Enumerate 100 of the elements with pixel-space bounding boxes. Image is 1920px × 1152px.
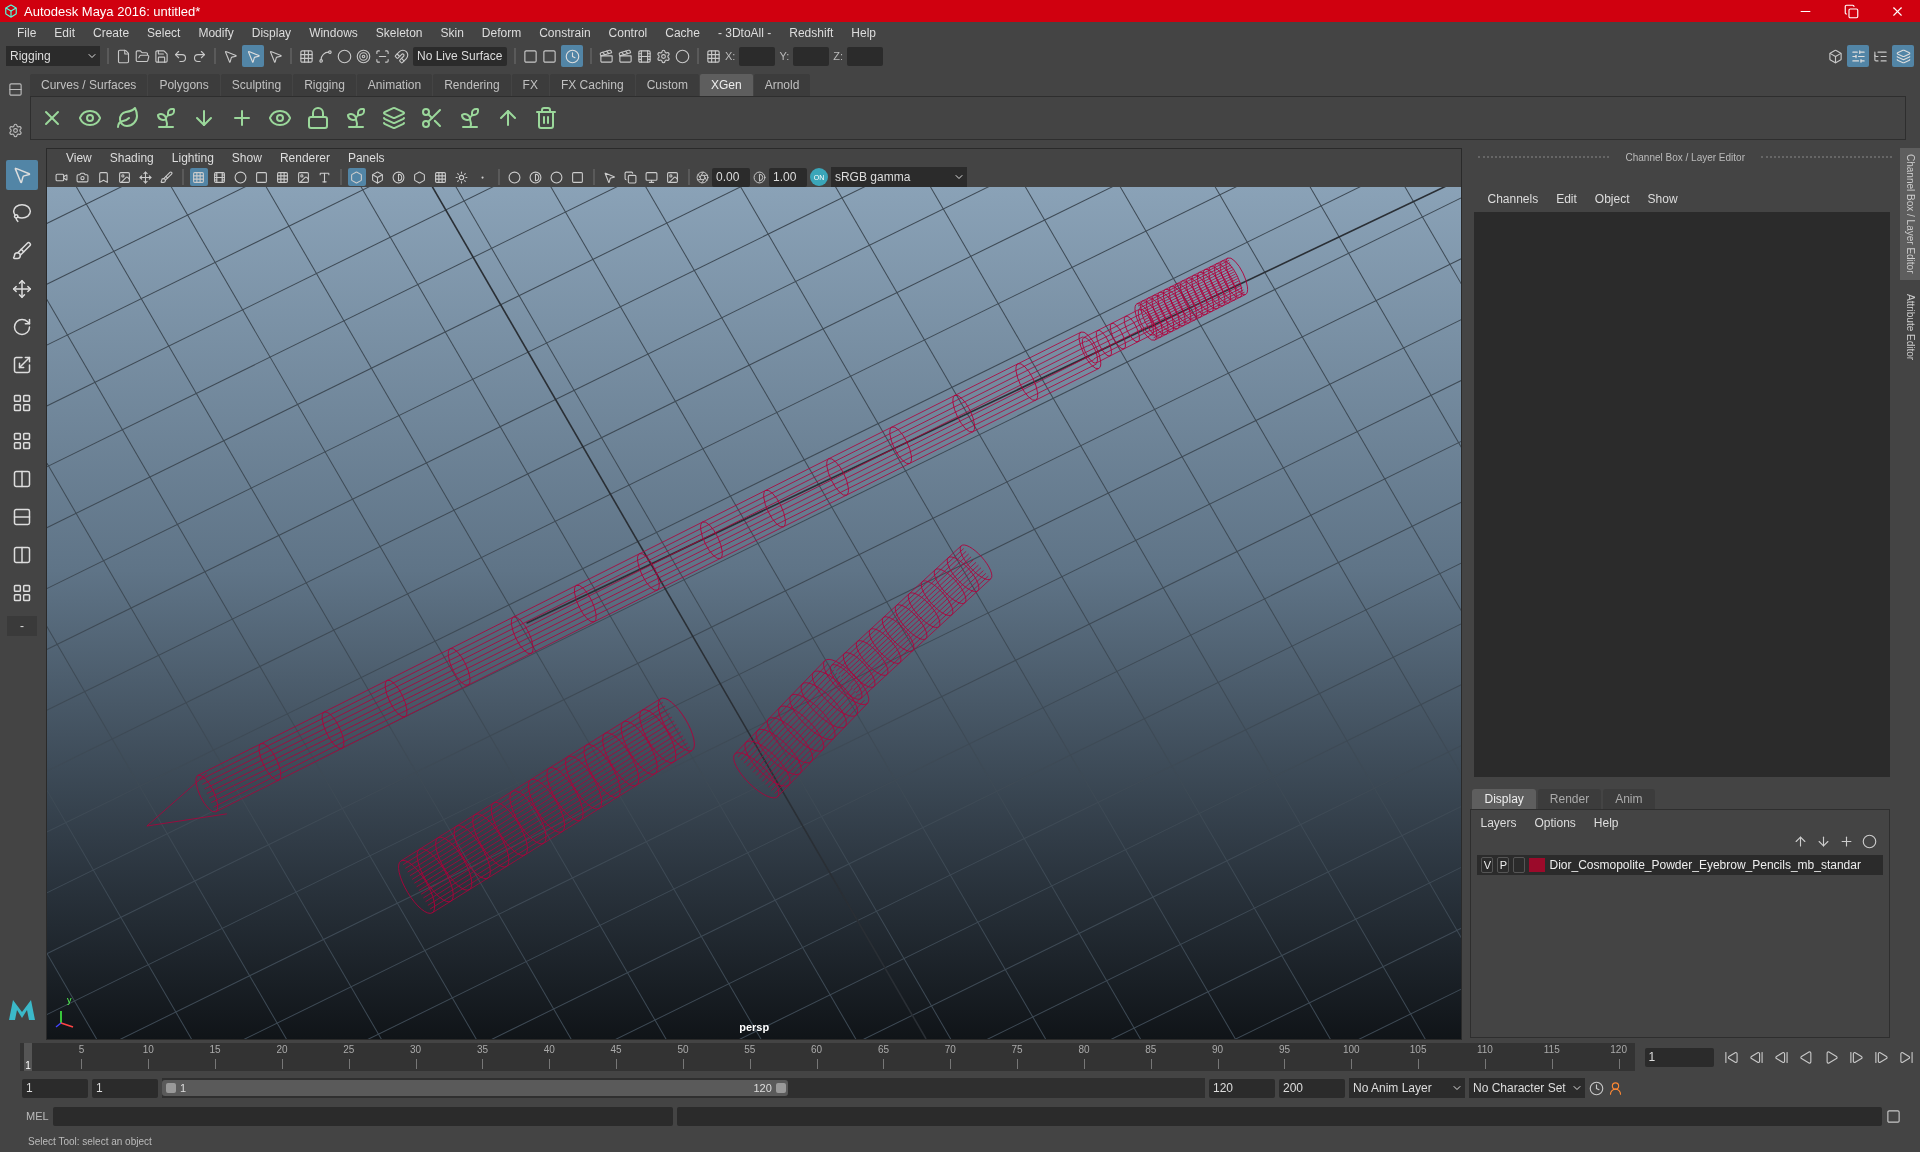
layer-menu-item[interactable]: Help (1584, 816, 1628, 830)
toolbox-button[interactable]: - (6, 616, 37, 636)
clapperboard-icon[interactable] (599, 48, 614, 64)
channel-box-menu-item[interactable]: Channels (1478, 192, 1548, 206)
shelf-tab[interactable]: XGen (699, 74, 753, 96)
circle-icon[interactable] (1862, 834, 1877, 849)
cube-icon[interactable] (1828, 48, 1843, 64)
range-slider-fill[interactable] (162, 1080, 788, 1096)
playback-end-field[interactable]: 120 (1209, 1078, 1275, 1098)
menu-item[interactable]: Select (138, 26, 190, 40)
pointer-icon[interactable] (223, 48, 238, 64)
anim-layer-dropdown[interactable]: No Anim Layer (1349, 1078, 1465, 1098)
panel-menu-item[interactable]: Show (222, 151, 271, 165)
new-file-icon[interactable] (116, 48, 131, 64)
menu-set-dropdown[interactable]: Rigging (6, 46, 100, 66)
undo-icon[interactable] (173, 48, 188, 64)
restore-icon[interactable] (1843, 3, 1859, 19)
panel-menu-item[interactable]: View (56, 151, 101, 165)
shelf-tab[interactable]: Rendering (433, 74, 511, 96)
shelf-tab[interactable]: Sculpting (220, 74, 293, 96)
channel-box-menu-item[interactable]: Object (1585, 192, 1639, 206)
folder-icon[interactable] (135, 48, 150, 64)
menu-item[interactable]: File (8, 26, 46, 40)
clapperboard-icon[interactable] (618, 48, 633, 64)
step-back-icon[interactable] (1774, 1049, 1790, 1065)
shelf-tab[interactable]: Custom (635, 74, 699, 96)
grid-icon[interactable] (11, 583, 32, 603)
panel-tool-button[interactable] (505, 168, 524, 186)
shelf-tab[interactable]: Rigging (293, 74, 356, 96)
redo-icon[interactable] (192, 48, 207, 64)
wireframe-toggle-button[interactable] (347, 168, 366, 186)
start-frame-field[interactable]: 1 (22, 1078, 88, 1098)
shelf-tab[interactable]: Arnold (753, 74, 811, 96)
columns-icon[interactable] (11, 469, 32, 489)
menu-item[interactable]: Deform (472, 26, 531, 40)
settings-icon[interactable] (656, 48, 671, 64)
play-icon[interactable] (1824, 1049, 1840, 1065)
gamma-field[interactable]: 1.00 (768, 167, 807, 187)
menu-item[interactable]: Display (242, 26, 301, 40)
layer-menu-item[interactable]: Layers (1471, 816, 1526, 830)
shelf-tab[interactable]: FX (511, 74, 549, 96)
move-icon[interactable] (11, 279, 32, 299)
rows-icon[interactable] (11, 507, 32, 527)
contrast-icon[interactable] (752, 170, 766, 184)
circle-icon[interactable] (675, 48, 690, 64)
menu-item[interactable]: Cache (656, 26, 709, 40)
layer-editor-tab[interactable]: Display (1472, 789, 1536, 809)
current-frame-marker[interactable]: 1 (24, 1043, 32, 1071)
menu-item[interactable]: Control (599, 26, 657, 40)
panel-tool-button[interactable] (231, 168, 250, 186)
menu-item[interactable]: Help (842, 26, 885, 40)
pointer-icon[interactable] (268, 48, 283, 64)
brush-icon[interactable] (11, 241, 32, 261)
panel-tool-button[interactable] (157, 168, 176, 186)
arrow-down-icon[interactable] (1816, 834, 1831, 849)
scan-icon[interactable] (375, 48, 390, 64)
step-back-icon[interactable] (1749, 1049, 1765, 1065)
character-icon[interactable] (1608, 1080, 1623, 1096)
menu-item[interactable]: Skeleton (366, 26, 432, 40)
scale-icon[interactable] (11, 355, 32, 375)
layer-color-swatch[interactable] (1529, 858, 1546, 872)
menu-item[interactable]: Create (84, 26, 139, 40)
clock-icon[interactable] (1589, 1080, 1604, 1096)
panel-menu-item[interactable]: Shading (100, 151, 163, 165)
target-icon[interactable] (356, 48, 371, 64)
lasso-icon[interactable] (11, 203, 32, 223)
grid-snap-icon[interactable] (299, 48, 314, 64)
step-forward-icon[interactable] (1849, 1049, 1865, 1065)
time-slider[interactable]: 5 10 15 20 25 30 35 40 45 50 55 60 65 70 75 80 85 90 95 100 105 110 115 120 1 (20, 1043, 1635, 1071)
current-frame-field[interactable]: 1 (1644, 1047, 1715, 1067)
live-surface-field[interactable]: No Live Surface (413, 46, 507, 66)
curve-snap-icon[interactable] (318, 48, 333, 64)
channel-box-menu-item[interactable]: Show (1638, 192, 1687, 206)
panel-menu-item[interactable]: Panels (338, 151, 394, 165)
playback-toggle[interactable]: P (1497, 857, 1510, 873)
menu-item[interactable]: Skin (431, 26, 473, 40)
shelf-tab[interactable]: Polygons (148, 74, 220, 96)
panel-menu-item[interactable]: Lighting (162, 151, 223, 165)
coordinate-field[interactable] (739, 46, 776, 66)
shelf-tab[interactable]: FX Caching (549, 74, 635, 96)
select-tool-button[interactable] (5, 160, 38, 190)
end-frame-field[interactable]: 200 (1279, 1078, 1345, 1098)
point-snap-icon[interactable] (337, 48, 352, 64)
settings-icon[interactable] (7, 123, 23, 138)
playback-start-field[interactable]: 1 (92, 1078, 158, 1098)
layer-editor-tab[interactable]: Anim (1603, 789, 1655, 809)
layer-row[interactable]: V P Dior_Cosmopolite_Powder_Eyebrow_Pencils_mb_standar (1477, 855, 1883, 875)
shelf-tab[interactable]: Curves / Surfaces (30, 74, 148, 96)
command-language-label[interactable]: MEL (26, 1110, 49, 1122)
grid-icon[interactable] (11, 393, 32, 413)
columns-icon[interactable] (11, 545, 32, 565)
character-set-dropdown[interactable]: No Character Set (1469, 1078, 1585, 1098)
aperture-icon[interactable] (695, 170, 709, 184)
grid-toggle-button[interactable] (189, 168, 208, 186)
save-icon[interactable] (154, 48, 169, 64)
panel-tool-button[interactable] (526, 168, 545, 186)
skip-forward-icon[interactable] (1899, 1049, 1915, 1065)
step-forward-icon[interactable] (1874, 1049, 1890, 1065)
coordinate-field[interactable] (793, 46, 830, 66)
menu-item[interactable]: Edit (45, 26, 85, 40)
